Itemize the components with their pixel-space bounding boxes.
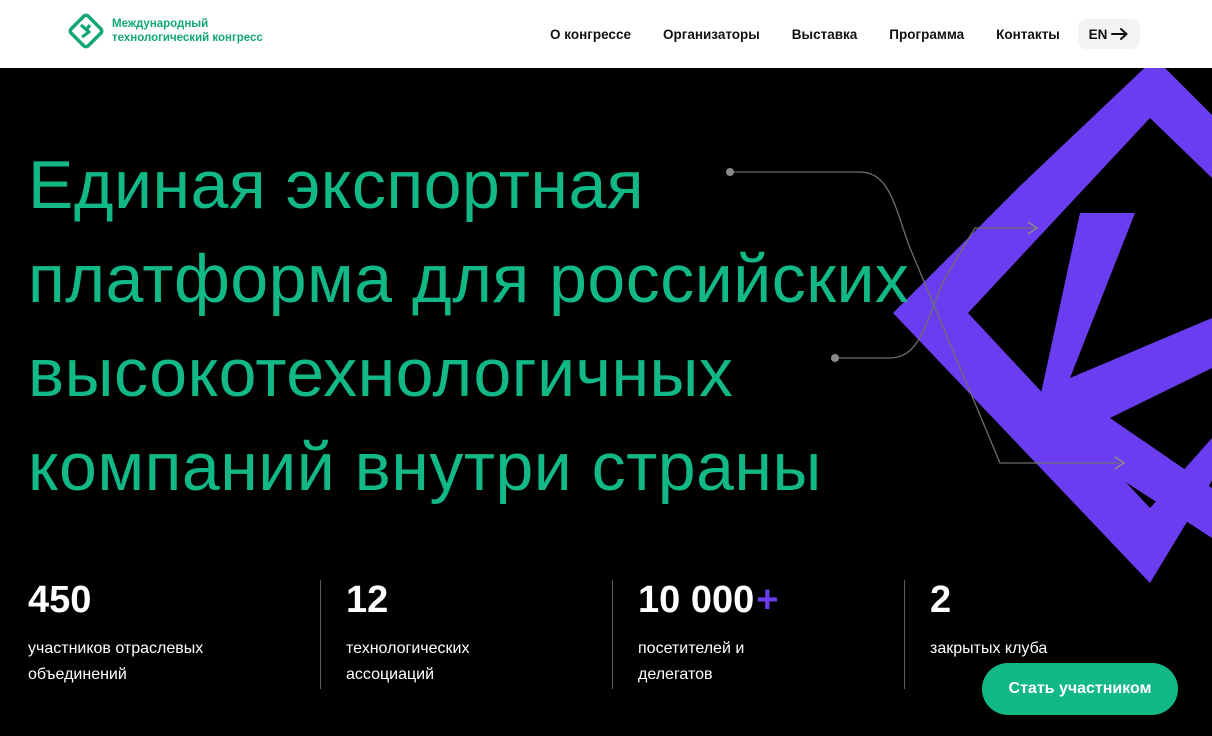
hero-headline: Единая экспортная платформа для российск…	[28, 138, 1028, 514]
main-nav: О конгрессе Организаторы Выставка Програ…	[550, 0, 1092, 68]
stat-label: участников отраслевых объединений	[28, 640, 204, 683]
stat-participants: 450 участников отраслевых объединений	[28, 578, 248, 688]
nav-item-exhibition[interactable]: Выставка	[792, 27, 857, 42]
site-header: Международный технологический конгресс О…	[0, 0, 1212, 68]
nav-item-organizers[interactable]: Организаторы	[663, 27, 760, 42]
logo-text-line2: технологический конгресс	[112, 32, 263, 44]
headline-line: платформа для российских	[28, 241, 910, 317]
language-switch-button[interactable]: EN	[1078, 19, 1140, 49]
stat-associations: 12 технологических ассоциаций	[346, 578, 566, 688]
stat-divider	[320, 580, 321, 689]
stat-divider	[904, 580, 905, 689]
nav-item-program[interactable]: Программа	[889, 27, 964, 42]
stat-label: технологических ассоциаций	[346, 640, 470, 683]
stat-number: 2	[930, 579, 952, 621]
logo-text: Международный технологический конгресс	[112, 17, 272, 45]
stat-number: 450	[28, 579, 92, 621]
become-participant-button[interactable]: Стать участником	[982, 663, 1178, 715]
stat-divider	[612, 580, 613, 689]
stat-plus: +	[756, 579, 779, 621]
headline-line: высокотехнологичных	[28, 335, 734, 411]
stat-number: 10 000+	[638, 579, 779, 621]
stat-label: закрытых клуба	[930, 640, 1048, 657]
stat-label: посетителей и делегатов	[638, 640, 745, 683]
headline-line: Единая экспортная	[28, 147, 645, 223]
site-logo[interactable]: Международный технологический конгресс	[68, 13, 272, 49]
hero-section: Единая экспортная платформа для российск…	[0, 68, 1212, 736]
logo-text-line1: Международный	[112, 18, 209, 30]
congress-logo-icon	[68, 13, 104, 49]
headline-line: компаний внутри страны	[28, 429, 822, 505]
nav-item-contacts[interactable]: Контакты	[996, 27, 1060, 42]
stat-visitors: 10 000+ посетителей и делегатов	[638, 578, 858, 688]
arrow-right-icon	[1111, 28, 1128, 40]
nav-item-about[interactable]: О конгрессе	[550, 27, 631, 42]
stat-number: 12	[346, 579, 389, 621]
language-label: EN	[1088, 26, 1108, 42]
